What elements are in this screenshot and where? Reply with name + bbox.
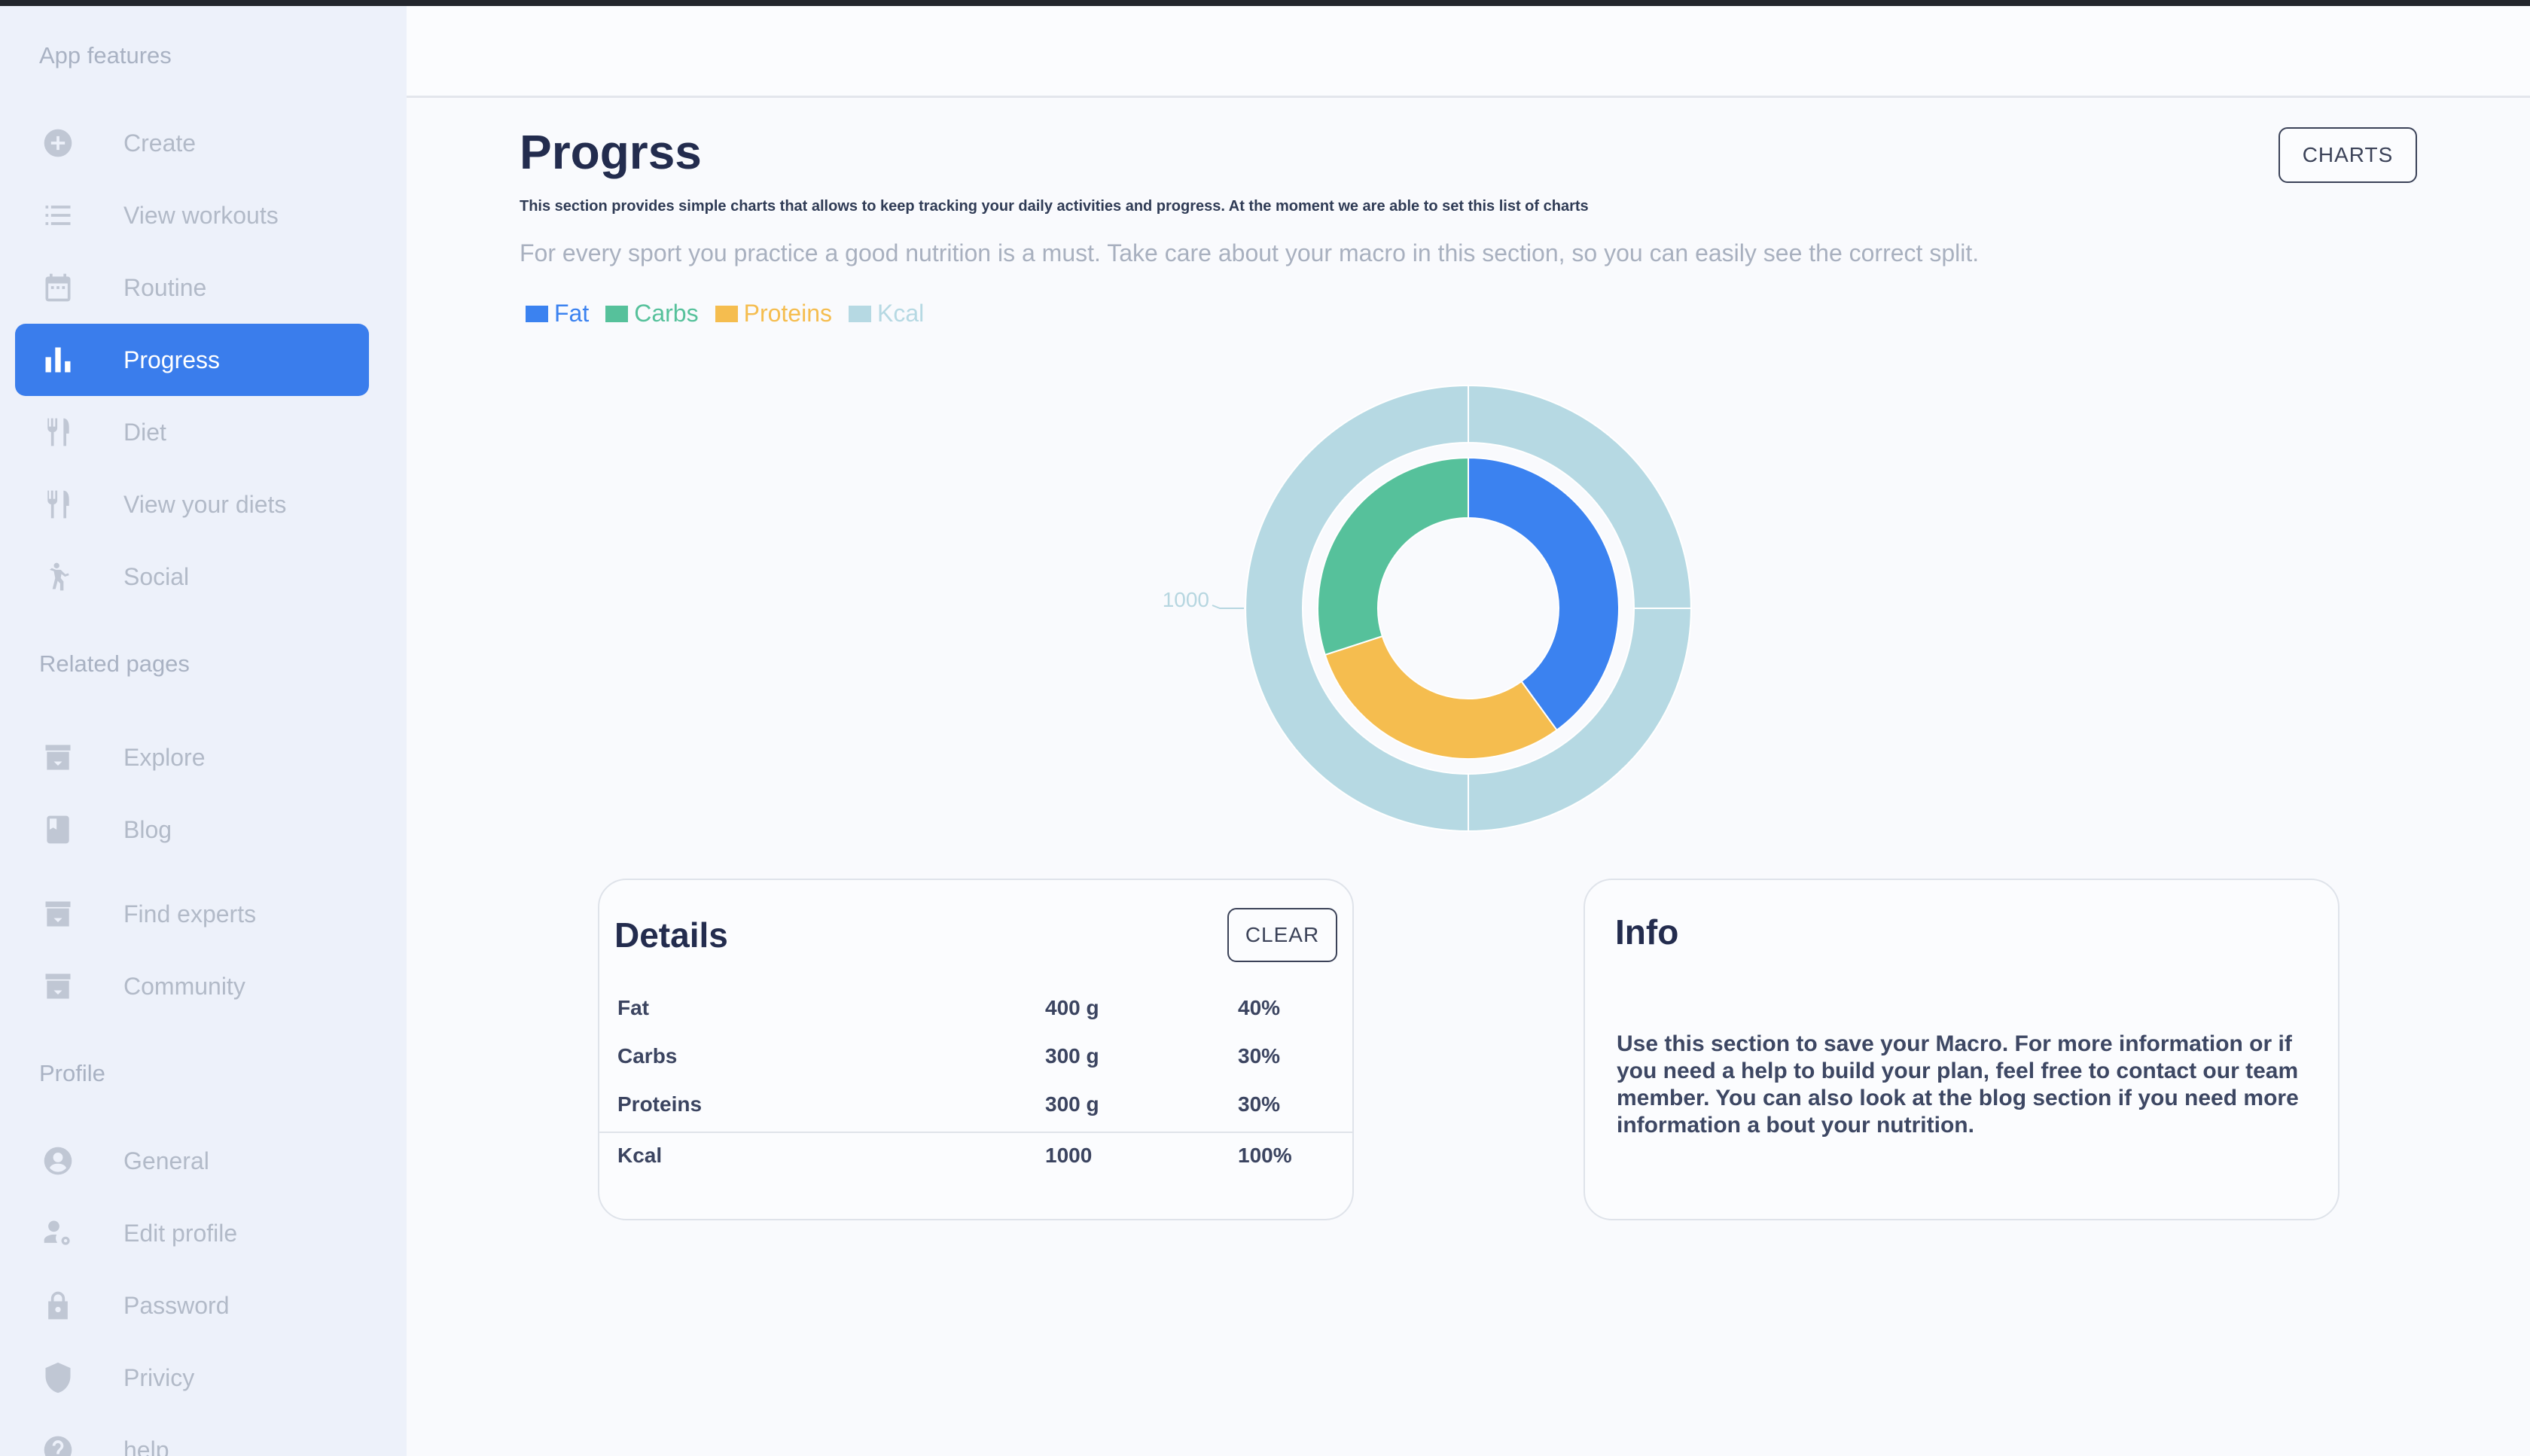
sidebar-item-community[interactable]: Community [15,950,369,1022]
book-icon [41,812,75,847]
sidebar-item-label: Explore [123,743,206,771]
table-row: Carbs 300 g 30% [599,1034,1352,1080]
sidebar-section-app-features: App features [39,42,172,69]
legend-label: Fat [554,300,590,327]
sidebar-item-view-workouts[interactable]: View workouts [15,179,369,251]
sidebar-item-label: Password [123,1291,230,1319]
macro-name: Proteins [617,1092,703,1116]
sidebar-item-label: Community [123,972,245,1000]
legend-label: Carbs [634,300,699,327]
macro-percent: 30% [1238,1092,1281,1116]
legend-item-fat[interactable]: Fat [526,300,589,327]
sidebar-item-routine[interactable]: Routine [15,251,369,324]
lock-icon [41,1288,75,1323]
sidebar-item-password[interactable]: Password [15,1269,369,1342]
sidebar-item-label: Diet [123,418,166,446]
sidebar-item-find-experts[interactable]: Find experts [15,878,369,950]
legend-item-proteins[interactable]: Proteins [715,300,832,327]
sidebar-item-social[interactable]: Social [15,541,369,613]
info-title: Info [1615,912,1679,952]
macro-percent: 30% [1238,1044,1281,1068]
calendar-icon [41,270,75,305]
sidebar-item-label: View workouts [123,201,279,229]
legend-swatch [605,305,629,322]
sidebar-item-label: View your diets [123,490,287,518]
macro-donut-chart: 1000 [1163,384,1692,833]
legend-label: Kcal [876,300,925,327]
page-title: Progrss [520,125,702,179]
user-settings-icon [41,1216,75,1250]
fork-knife-icon [41,487,75,522]
macro-amount: 300 g [1045,1092,1099,1116]
sidebar-item-label: Blog [123,815,172,843]
main-header [407,6,2530,98]
sidebar-item-label: Find experts [123,900,257,928]
plus-circle-icon [41,126,75,160]
archive-icon [41,969,75,1004]
macro-amount: 300 g [1045,1044,1099,1068]
chart-legend: Fat Carbs Proteins Kcal [526,300,924,327]
sidebar-item-label: Edit profile [123,1219,238,1247]
sidebar-item-explore[interactable]: Explore [15,721,369,793]
sidebar-section-related-pages: Related pages [39,650,190,677]
legend-item-carbs[interactable]: Carbs [605,300,699,327]
page-description: For every sport you practice a good nutr… [520,239,1980,267]
legend-swatch [526,305,548,322]
macro-name: Kcal [617,1144,663,1167]
macro-amount: 400 g [1045,996,1099,1019]
legend-swatch [848,305,871,322]
sidebar-item-privacy[interactable]: Privicy [15,1342,369,1414]
sidebar-section-profile: Profile [39,1060,105,1086]
help-circle-icon [41,1433,75,1456]
sidebar-item-label: Create [123,129,197,157]
sidebar-item-create[interactable]: Create [15,107,369,179]
sidebar-item-progress[interactable]: Progress [15,324,369,396]
table-row-total: Kcal 1000 100% [599,1132,1352,1178]
sidebar: App features Create View workouts Routin… [0,6,407,1456]
info-card: Info Use this section to save your Macro… [1584,879,2339,1220]
shield-icon [41,1360,75,1395]
sidebar-item-blog[interactable]: Blog [15,793,369,866]
sidebar-item-diet[interactable]: Diet [15,396,369,468]
bar-chart-icon [41,343,75,377]
macro-percent: 40% [1238,996,1281,1019]
kcal-value-label: 1000 [1163,588,1209,611]
archive-icon [41,740,75,775]
table-row: Proteins 300 g 30% [599,1082,1352,1129]
page-subtitle: This section provides simple charts that… [520,198,1589,215]
info-text: Use this section to save your Macro. For… [1617,1031,2299,1138]
sidebar-item-view-your-diets[interactable]: View your diets [15,468,369,541]
sidebar-item-label: Privicy [123,1363,195,1391]
legend-item-kcal[interactable]: Kcal [848,300,925,327]
clear-button[interactable]: CLEAR [1227,908,1337,962]
list-icon [41,198,75,233]
macro-percent: 100% [1238,1144,1292,1167]
sidebar-item-label: Progress [123,346,221,373]
legend-label: Proteins [743,300,832,327]
label-leader-line [1212,605,1244,609]
archive-icon [41,897,75,931]
macro-name: Carbs [617,1044,678,1068]
account-circle-icon [41,1144,75,1178]
details-title: Details [614,915,728,955]
sidebar-item-label: General [123,1147,209,1174]
macro-amount: 1000 [1045,1144,1093,1167]
table-row: Fat 400 g 40% [599,985,1352,1032]
outer-ring-slice-kcal[interactable] [1245,384,1692,833]
sidebar-item-label: Social [123,562,190,590]
macro-name: Fat [617,996,649,1019]
details-card: Details CLEAR Fat 400 g 40% Carbs 300 g … [598,879,1354,1220]
sidebar-item-general[interactable]: General [15,1125,369,1197]
sidebar-item-help[interactable]: help [15,1414,369,1456]
sidebar-item-edit-profile[interactable]: Edit profile [15,1197,369,1269]
fork-knife-icon [41,415,75,449]
sidebar-item-label: Routine [123,273,207,301]
sidebar-item-label: help [123,1436,169,1456]
person-activity-icon [41,559,75,594]
charts-button[interactable]: CHARTS [2279,127,2417,183]
window-top-bar [0,0,2530,6]
legend-swatch [715,305,738,322]
